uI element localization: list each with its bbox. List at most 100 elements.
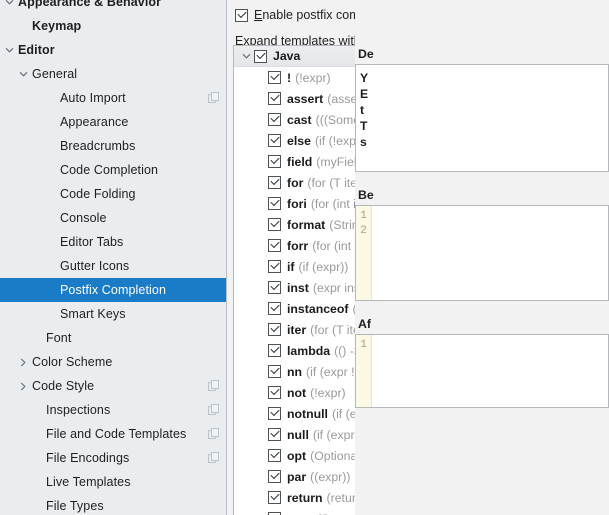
template-checkbox[interactable] [268, 470, 281, 483]
sidebar-item-appearance[interactable]: Appearance [0, 110, 226, 134]
copy-settings-icon[interactable] [208, 380, 220, 392]
copy-settings-icon[interactable] [208, 92, 220, 104]
template-checkbox[interactable] [268, 92, 281, 105]
sidebar-item-file-encodings[interactable]: File Encodings [0, 446, 226, 470]
copy-settings-icon[interactable] [208, 404, 220, 416]
template-checkbox[interactable] [268, 281, 281, 294]
template-checkbox[interactable] [268, 176, 281, 189]
copy-settings-icon[interactable] [208, 428, 220, 440]
description-title: De [358, 47, 374, 61]
template-key: inst [287, 280, 309, 295]
template-checkbox[interactable] [268, 260, 281, 273]
description-line: s [360, 135, 367, 149]
sidebar-item-appearance-behavior[interactable]: Appearance & Behavior [0, 0, 226, 14]
sidebar-item-label: Keymap [32, 19, 82, 33]
template-key: ! [287, 70, 292, 85]
after-line-numbers: 1 [356, 335, 372, 407]
description-line: T [360, 119, 368, 133]
settings-dialog: Appearance & Behavior Keymap Editor General… [0, 0, 609, 515]
before-code-area[interactable] [372, 206, 608, 300]
template-checkbox[interactable] [268, 386, 281, 399]
chevron-right-icon[interactable] [14, 358, 32, 367]
template-checkbox[interactable] [268, 323, 281, 336]
after-title: Af [358, 317, 371, 331]
before-code-editor[interactable]: 12 [355, 205, 609, 301]
template-checkbox[interactable] [268, 449, 281, 462]
sidebar-item-label: Live Templates [46, 475, 131, 489]
sidebar-item-live-templates[interactable]: Live Templates [0, 470, 226, 494]
template-checkbox[interactable] [268, 113, 281, 126]
template-checkbox[interactable] [268, 407, 281, 420]
enable-postfix-completion-checkbox[interactable] [235, 8, 248, 22]
chevron-down-icon[interactable] [0, 47, 18, 53]
sidebar-item-keymap[interactable]: Keymap [0, 14, 226, 38]
template-checkbox[interactable] [268, 197, 281, 210]
template-checkbox[interactable] [268, 239, 281, 252]
template-key: field [287, 154, 313, 169]
template-checkbox[interactable] [268, 365, 281, 378]
line-number: 2 [360, 225, 367, 237]
sidebar-item-label: Color Scheme [32, 355, 113, 369]
template-checkbox[interactable] [268, 344, 281, 357]
template-checkbox[interactable] [268, 428, 281, 441]
line-number: 1 [360, 210, 367, 222]
template-checkbox[interactable] [268, 218, 281, 231]
sidebar-item-console[interactable]: Console [0, 206, 226, 230]
chevron-down-icon[interactable] [14, 71, 32, 77]
sidebar-item-gutter-icons[interactable]: Gutter Icons [0, 254, 226, 278]
template-key: notnull [287, 406, 328, 421]
sidebar-item-label: Code Completion [60, 163, 159, 177]
sidebar-item-label: Code Style [32, 379, 95, 393]
chevron-right-icon[interactable] [14, 382, 32, 391]
sidebar-item-general[interactable]: General [0, 62, 226, 86]
sidebar-item-code-completion[interactable]: Code Completion [0, 158, 226, 182]
sidebar-item-breadcrumbs[interactable]: Breadcrumbs [0, 134, 226, 158]
copy-settings-icon[interactable] [208, 452, 220, 464]
sidebar-item-code-folding[interactable]: Code Folding [0, 182, 226, 206]
sidebar-item-editor[interactable]: Editor [0, 38, 226, 62]
sidebar-item-inspections[interactable]: Inspections [0, 398, 226, 422]
after-code-area[interactable] [372, 335, 608, 407]
chevron-down-icon[interactable] [0, 0, 18, 5]
sidebar-item-label: Code Folding [60, 187, 136, 201]
template-key: opt [287, 448, 307, 463]
template-checkbox[interactable] [268, 155, 281, 168]
sidebar-item-label: Font [46, 331, 72, 345]
sidebar-item-label: File Types [46, 499, 104, 513]
sidebar-item-auto-import[interactable]: Auto Import [0, 86, 226, 110]
after-code-editor[interactable]: 1 [355, 334, 609, 408]
template-checkbox[interactable] [268, 134, 281, 147]
settings-sidebar-tree[interactable]: Appearance & Behavior Keymap Editor General… [0, 0, 227, 515]
sidebar-item-editor-tabs[interactable]: Editor Tabs [0, 230, 226, 254]
template-checkbox[interactable] [268, 491, 281, 504]
sidebar-item-code-style[interactable]: Code Style [0, 374, 226, 398]
template-checkbox[interactable] [268, 302, 281, 315]
template-key: for [287, 175, 304, 190]
sidebar-item-file-and-code-templates[interactable]: File and Code Templates [0, 422, 226, 446]
template-description: ((expr)) [310, 469, 351, 484]
description-line: E [360, 87, 369, 101]
template-key: if [287, 259, 295, 274]
sidebar-item-label: Editor Tabs [60, 235, 124, 249]
template-key: forr [287, 238, 309, 253]
sidebar-item-font[interactable]: Font [0, 326, 226, 350]
template-key: sout [287, 512, 313, 515]
sidebar-item-label: Console [60, 211, 107, 225]
template-key: fori [287, 196, 307, 211]
template-key: return [287, 490, 323, 505]
sidebar-item-smart-keys[interactable]: Smart Keys [0, 302, 226, 326]
chevron-down-icon[interactable] [238, 53, 254, 59]
template-description: (!expr) [295, 70, 331, 85]
sidebar-item-file-types[interactable]: File Types [0, 494, 226, 515]
template-key: par [287, 469, 307, 484]
description-line: t [360, 103, 365, 117]
template-detail-panel: De YEtTs Be 12 Af 1 [355, 0, 609, 515]
template-group-java-checkbox[interactable] [254, 49, 267, 63]
template-key: format [287, 217, 326, 232]
template-checkbox[interactable] [268, 71, 281, 84]
sidebar-item-postfix-completion[interactable]: Postfix Completion [0, 278, 226, 302]
template-key: instanceof [287, 301, 349, 316]
sidebar-item-label: General [32, 67, 78, 81]
sidebar-item-color-scheme[interactable]: Color Scheme [0, 350, 226, 374]
sidebar-item-label: Gutter Icons [60, 259, 130, 273]
